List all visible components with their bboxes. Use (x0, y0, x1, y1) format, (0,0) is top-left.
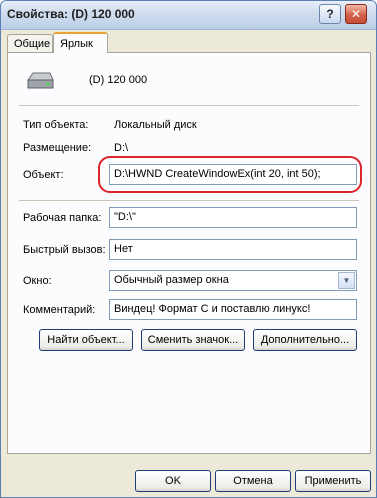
title-bar[interactable]: Свойства: (D) 120 000 ? ✕ (1, 1, 376, 30)
help-icon: ? (326, 7, 334, 21)
cancel-button[interactable]: Отмена (215, 470, 291, 492)
object-type-value: Локальный диск (114, 119, 197, 131)
tab-general[interactable]: Общие (7, 34, 53, 52)
location-value: D:\ (114, 142, 129, 154)
run-select-value: Обычный размер окна (114, 274, 229, 286)
change-icon-button[interactable]: Сменить значок... (141, 329, 245, 351)
hotkey-label: Быстрый вызов: (23, 244, 106, 256)
close-button[interactable]: ✕ (345, 4, 367, 24)
ok-button[interactable]: OK (135, 470, 211, 492)
run-label: Окно: (23, 275, 52, 287)
find-target-button[interactable]: Найти объект... (39, 329, 133, 351)
start-in-label: Рабочая папка: (23, 212, 102, 224)
run-select[interactable]: Обычный размер окна ▼ (109, 270, 357, 291)
dropdown-arrow-button[interactable]: ▼ (338, 272, 355, 289)
window-title: Свойства: (D) 120 000 (7, 7, 135, 21)
drive-icon (27, 72, 54, 89)
start-in-field[interactable]: "D:\" (109, 207, 357, 228)
properties-window: Свойства: (D) 120 000 ? ✕ Общие Ярлык (D… (0, 0, 377, 498)
apply-button[interactable]: Применить (295, 470, 371, 492)
tab-shortcut[interactable]: Ярлык (53, 32, 108, 53)
divider (19, 105, 359, 107)
chevron-down-icon: ▼ (342, 276, 351, 285)
red-highlight-outline (98, 156, 362, 193)
object-type-label: Тип объекта: (23, 119, 89, 131)
hotkey-field[interactable]: Нет (109, 239, 357, 260)
target-label: Объект: (23, 169, 64, 181)
comment-field[interactable]: Виндец! Формат С и поставлю линукс! (109, 299, 357, 320)
advanced-button[interactable]: Дополнительно... (253, 329, 357, 351)
help-button[interactable]: ? (319, 4, 341, 24)
divider (19, 200, 359, 202)
location-label: Размещение: (23, 142, 92, 154)
close-icon: ✕ (350, 7, 362, 21)
shortcut-name: (D) 120 000 (89, 74, 148, 86)
comment-label: Комментарий: (23, 304, 96, 316)
